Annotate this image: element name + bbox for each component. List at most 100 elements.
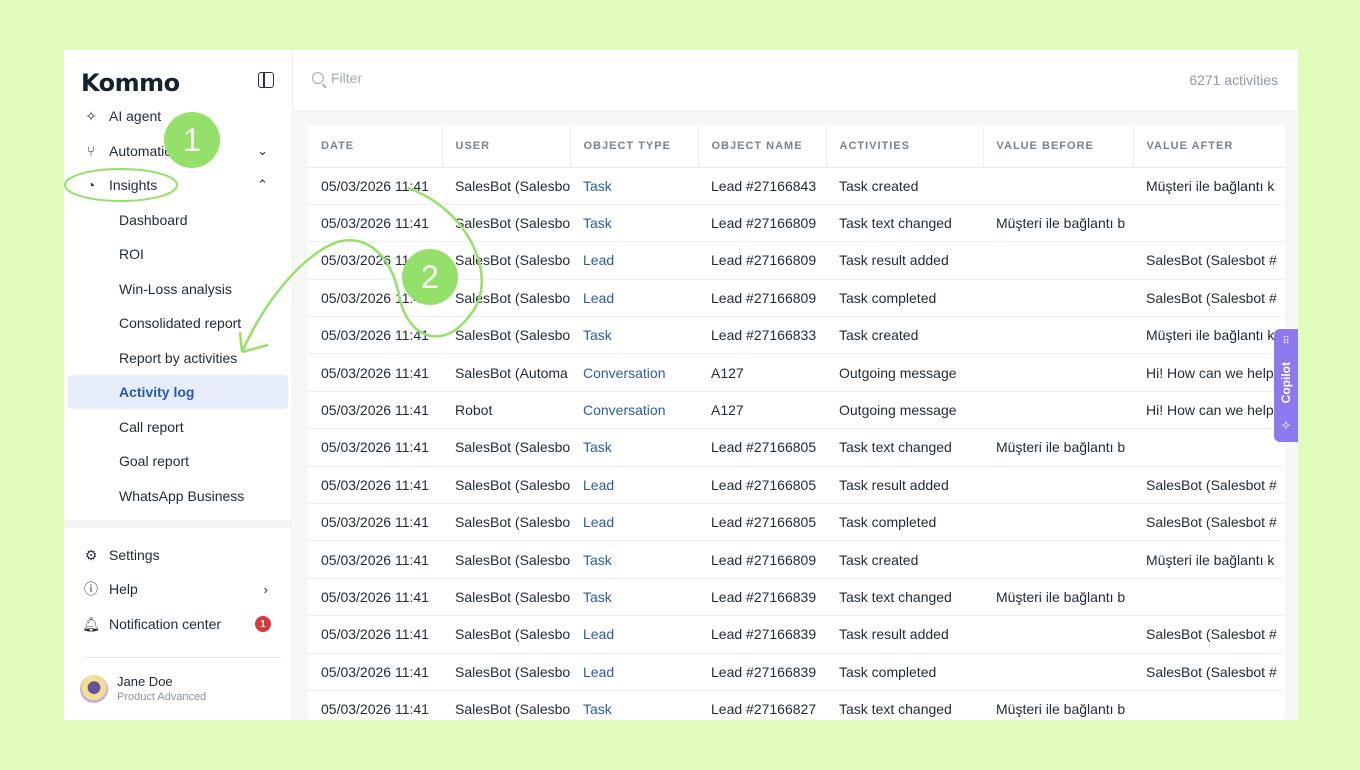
table-row[interactable]: 05/03/2026 11:41 SalesBot (Salesbo Task Lea… [308,204,1285,243]
object-type-cell[interactable]: Task [570,316,698,355]
table-row[interactable]: 05/03/2026 11:41 SalesBot (Salesbo Task Lea… [308,690,1285,720]
sidebar-item-label: Notification center [109,616,222,632]
user-cell: Robot [442,391,570,430]
sidebar-item-notification-center[interactable]: 🔔︎ Notification center 1 [68,608,288,640]
object-type-cell[interactable]: Task [570,578,698,617]
drag-handle-icon[interactable]: ⠿ [1282,337,1289,347]
sparkles-icon: ✧ [1280,417,1292,433]
object-type-cell[interactable]: Task [570,428,698,467]
table-row[interactable]: 05/03/2026 11:41 SalesBot (Salesbo Task Lea… [308,428,1285,467]
sidebar-subitem-report-by-activities[interactable]: Report by activities [68,341,288,375]
object-name-cell: Lead #27166833 [698,316,826,355]
date-cell: 05/03/2026 11:41 [308,428,442,467]
sidebar-item-insights[interactable]: ◔ Insights ⌃ [68,169,288,201]
object-type-cell[interactable]: Task [570,167,698,205]
table-row[interactable]: 05/03/2026 11:41 SalesBot (Salesbo Lead Lea… [308,615,1285,654]
object-type-cell[interactable]: Task [570,540,698,579]
value-after-cell: SalesBot (Salesbot # [1133,653,1285,691]
filter-input[interactable]: Filter [312,70,362,86]
user-cell: SalesBot (Salesbo [442,279,570,318]
column-header[interactable]: OBJECT NAME [698,125,827,168]
object-name-cell: Lead #27166839 [698,653,826,691]
table-row[interactable]: 05/03/2026 11:41 SalesBot (Salesbo Lead Lea… [308,503,1285,542]
sidebar-item-help[interactable]: ⓘ Help › [68,573,288,605]
object-name-cell: Lead #27166805 [698,503,826,542]
step-marker-2: 2 [402,249,458,305]
table-row[interactable]: 05/03/2026 11:41 SalesBot (Automa Conversa… [308,353,1285,392]
column-header[interactable]: VALUE BEFORE [983,125,1134,168]
value-after-cell: Hi! How can we help [1133,391,1285,430]
object-type-cell[interactable]: Conversation [570,353,698,392]
object-name-cell: Lead #27166809 [698,540,826,579]
object-type-cell[interactable]: Lead [570,653,698,691]
table-row[interactable]: 05/03/2026 11:41 SalesBot (Salesbo Task Lea… [308,167,1285,205]
sidebar-subitem-activity-log[interactable]: Activity log [68,375,288,409]
table-row[interactable]: 05/03/2026 11:41 Robot Conversation A127 Out… [308,391,1285,430]
value-before-cell: Müşteri ile bağlantı b [983,428,1133,467]
user-cell: SalesBot (Salesbo [442,615,570,654]
object-type-cell[interactable]: Lead [570,466,698,505]
table-row[interactable]: 05/03/2026 11:41 SalesBot (Salesbo Task Lea… [308,578,1285,617]
user-cell: SalesBot (Salesbo [442,316,570,355]
object-name-cell: Lead #27166809 [698,279,826,318]
table-row[interactable]: 05/03/2026 11:41 SalesBot (Salesbo Task Lea… [308,316,1285,355]
object-name-cell: Lead #27166805 [698,466,826,505]
value-before-cell [983,653,1133,691]
value-before-cell [983,466,1133,505]
object-type-cell[interactable]: Lead [570,241,698,280]
activity-cell: Task created [826,167,983,205]
date-cell: 05/03/2026 11:41 [308,204,442,243]
object-type-cell[interactable]: Task [570,204,698,243]
sidebar-item-settings[interactable]: ⚙ Settings [68,539,288,571]
value-before-cell [983,540,1133,579]
column-header[interactable]: VALUE AFTER [1133,125,1285,168]
sidebar-item-label: Insights [109,177,158,193]
object-name-cell: Lead #27166843 [698,167,826,205]
activity-cell: Outgoing message [826,353,983,392]
value-after-cell [1133,578,1285,617]
object-name-cell: A127 [698,353,826,392]
column-header[interactable]: USER [442,125,571,168]
object-name-cell: A127 [698,391,826,430]
column-header[interactable]: OBJECT TYPE [570,125,699,168]
value-before-cell: Müşteri ile bağlantı b [983,690,1133,720]
sidebar-subitem-dashboard[interactable]: Dashboard [68,203,288,237]
search-icon [312,72,324,84]
sidebar-subitem-roi[interactable]: ROI [68,237,288,271]
sidebar-subitem-goal-report[interactable]: Goal report [68,444,288,478]
sidebar-separator [84,657,281,658]
activity-cell: Task created [826,540,983,579]
object-type-cell[interactable]: Lead [570,279,698,318]
column-header[interactable]: ACTIVITIES [826,125,984,168]
value-before-cell [983,391,1133,430]
value-after-cell: SalesBot (Salesbot # [1133,241,1285,280]
table-row[interactable]: 05/03/2026 11:41 SalesBot (Salesbo Task Lea… [308,540,1285,579]
sidebar-subitem-call-report[interactable]: Call report [68,410,288,444]
user-cell: SalesBot (Salesbo [442,466,570,505]
table-row[interactable]: 05/03/2026 11:41 SalesBot (Salesbo Lead Lea… [308,653,1285,691]
value-after-cell: SalesBot (Salesbot # [1133,615,1285,654]
column-header[interactable]: DATE [308,125,443,168]
value-after-cell: SalesBot (Salesbot # [1133,466,1285,505]
bell-icon: 🔔︎ [82,615,100,632]
table-body: 05/03/2026 11:41 SalesBot (Salesbo Task Lea… [308,167,1285,720]
date-cell: 05/03/2026 11:41 [308,167,442,205]
object-type-cell[interactable]: Lead [570,503,698,542]
sidebar-subitem-whatsapp-business[interactable]: WhatsApp Business [68,479,288,513]
user-cell: SalesBot (Salesbo [442,241,570,280]
sidebar-collapse-icon[interactable] [258,72,274,88]
sidebar-subitem-consolidated-report[interactable]: Consolidated report [68,306,288,340]
value-before-cell [983,316,1133,355]
copilot-tab[interactable]: ⠿ Copilot ✧ [1274,329,1298,442]
user-plan: Product Advanced [117,691,207,703]
object-type-cell[interactable]: Task [570,690,698,720]
activity-cell: Task completed [826,503,983,542]
user-profile[interactable]: Jane Doe Product Advanced [80,674,206,703]
object-type-cell[interactable]: Lead [570,615,698,654]
table-row[interactable]: 05/03/2026 11:41 SalesBot (Salesbo Lead Lea… [308,466,1285,505]
value-before-cell: Müşteri ile bağlantı b [983,204,1133,243]
date-cell: 05/03/2026 11:41 [308,653,442,691]
object-name-cell: Lead #27166839 [698,578,826,617]
object-type-cell[interactable]: Conversation [570,391,698,430]
sidebar-subitem-win-loss[interactable]: Win-Loss analysis [68,272,288,306]
